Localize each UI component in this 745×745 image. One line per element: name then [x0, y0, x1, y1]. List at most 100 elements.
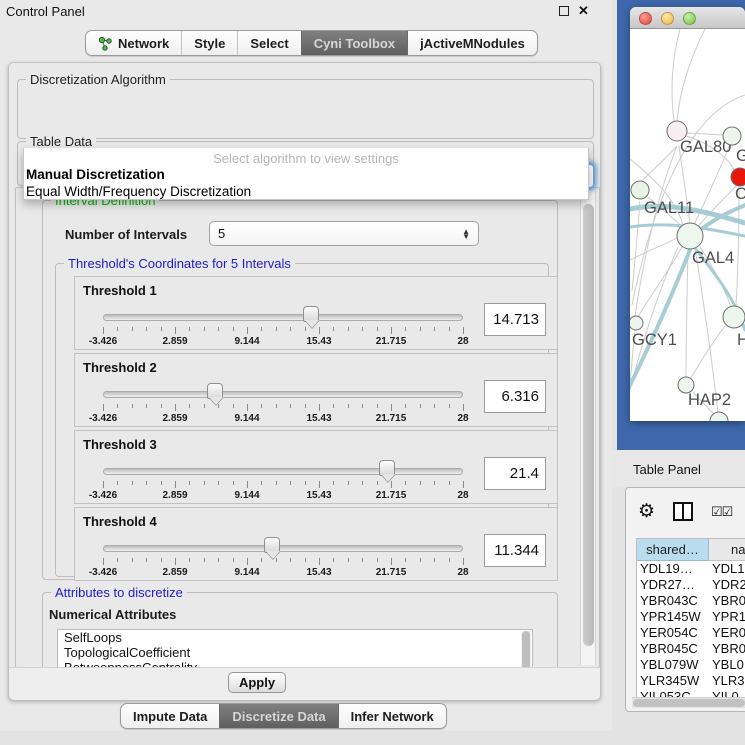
- panel-scroll-thumb[interactable]: [583, 204, 594, 646]
- tab-impute-data[interactable]: Impute Data: [121, 704, 219, 728]
- attribute-list-item[interactable]: TopologicalCoefficient: [58, 645, 532, 660]
- cell-shared-name[interactable]: YDR27…: [637, 577, 709, 593]
- network-canvas[interactable]: GAL80GCGAL11GAL4GCY1HHAP2: [630, 29, 745, 421]
- table-hscrollbar[interactable]: [632, 697, 745, 708]
- table-row[interactable]: YDR27…YDR2: [637, 577, 745, 593]
- slider-tick: [146, 327, 147, 331]
- network-node[interactable]: [731, 168, 745, 186]
- slider-tick: [146, 558, 147, 562]
- split-columns-icon[interactable]: [673, 502, 693, 521]
- network-node[interactable]: [677, 223, 703, 249]
- column-header-shared[interactable]: shared…: [637, 539, 709, 561]
- cell-name[interactable]: YDL1: [709, 561, 745, 577]
- table-hscroll-thumb[interactable]: [633, 699, 745, 707]
- slider-handle[interactable]: [379, 460, 395, 476]
- slider-track[interactable]: [103, 391, 463, 398]
- tab-jactivemnodules[interactable]: jActiveMNodules: [407, 31, 537, 55]
- table-row[interactable]: YBR043CYBR0: [637, 593, 745, 609]
- table-row[interactable]: YBL079WYBL0: [637, 657, 745, 673]
- tab-discretize-data[interactable]: Discretize Data: [219, 704, 337, 728]
- network-node-label: H: [737, 331, 745, 349]
- table-header-row: shared… na: [637, 539, 745, 561]
- slider-track[interactable]: [103, 545, 463, 552]
- network-node[interactable]: [723, 306, 745, 328]
- slider-tick: [305, 481, 306, 485]
- network-edge[interactable]: [687, 133, 723, 135]
- gear-icon[interactable]: ⚙: [638, 500, 655, 523]
- zoom-traffic-icon[interactable]: [683, 12, 696, 25]
- attribute-list-item[interactable]: SelfLoops: [58, 630, 532, 645]
- table-data-label: Table Data: [26, 134, 96, 149]
- minimize-traffic-icon[interactable]: [661, 12, 674, 25]
- table-row[interactable]: YPR145WYPR1: [637, 609, 745, 625]
- slider-tick-label: 2.859: [162, 413, 187, 424]
- column-header-name[interactable]: na: [709, 539, 745, 561]
- tab-cyni-toolbox[interactable]: Cyni Toolbox: [301, 31, 407, 55]
- network-node[interactable]: [631, 181, 649, 199]
- threshold-2-value-field[interactable]: 6.316: [484, 380, 546, 413]
- network-view-window[interactable]: GAL80GCGAL11GAL4GCY1HHAP2: [630, 7, 745, 421]
- threshold-3-slider[interactable]: -3.4262.8599.14415.4321.71528: [103, 459, 463, 503]
- threshold-1-slider[interactable]: -3.4262.8599.14415.4321.71528: [103, 305, 463, 349]
- slider-tick-label: 15.43: [306, 413, 331, 424]
- cell-shared-name[interactable]: YBL079W: [637, 657, 709, 673]
- table-row[interactable]: YBR045CYBR0: [637, 641, 745, 657]
- threshold-4-value-field[interactable]: 11.344: [484, 534, 546, 567]
- threshold-2-slider[interactable]: -3.4262.8599.14415.4321.71528: [103, 382, 463, 426]
- close-icon[interactable]: ✕: [578, 3, 589, 19]
- cell-name[interactable]: YBL0: [709, 657, 745, 673]
- tab-jactivemnodules-label: jActiveMNodules: [420, 36, 525, 51]
- threshold-3-label: Threshold 3: [83, 437, 157, 452]
- threshold-1-value-field[interactable]: 14.713: [484, 303, 546, 336]
- network-edge[interactable]: [635, 146, 677, 316]
- panel-scrollbar[interactable]: [580, 190, 596, 665]
- table-row[interactable]: YLR345WYLR3: [637, 673, 745, 689]
- cell-name[interactable]: YBR0: [709, 641, 745, 657]
- network-node[interactable]: [723, 127, 741, 145]
- cell-shared-name[interactable]: YER054C: [637, 625, 709, 641]
- slider-tick-label: -3.426: [89, 413, 117, 424]
- cell-shared-name[interactable]: YPR145W: [637, 609, 709, 625]
- threshold-4-box: Threshold 4 -3.4262.8599.14415.4321.7152…: [74, 507, 558, 581]
- cell-name[interactable]: YPR1: [709, 609, 745, 625]
- threshold-3-value-field[interactable]: 21.4: [484, 457, 546, 490]
- slider-track[interactable]: [103, 468, 463, 475]
- network-edge[interactable]: [632, 201, 640, 291]
- network-window-titlebar[interactable]: [630, 7, 745, 29]
- cell-name[interactable]: YDR2: [709, 577, 745, 593]
- slider-handle[interactable]: [264, 537, 280, 553]
- cell-name[interactable]: YLR3: [709, 673, 745, 689]
- cell-shared-name[interactable]: YLR345W: [637, 673, 709, 689]
- table-row[interactable]: YER054CYER0: [637, 625, 745, 641]
- threshold-4-slider[interactable]: -3.4262.8599.14415.4321.71528: [103, 536, 463, 580]
- tab-style[interactable]: Style: [181, 31, 237, 55]
- apply-button[interactable]: Apply: [228, 672, 286, 693]
- slider-handle[interactable]: [303, 306, 319, 322]
- cell-shared-name[interactable]: YBR045C: [637, 641, 709, 657]
- slider-tick: [391, 481, 392, 488]
- cell-name[interactable]: YER0: [709, 625, 745, 641]
- close-traffic-icon[interactable]: [639, 12, 652, 25]
- slider-tick: [377, 327, 378, 331]
- slider-tick-label: 9.144: [234, 490, 259, 501]
- cell-shared-name[interactable]: YBR043C: [637, 593, 709, 609]
- dropdown-option-equal-width[interactable]: Equal Width/Frequency Discretization: [24, 183, 588, 200]
- network-edge[interactable]: [677, 29, 705, 121]
- slider-tick: [405, 558, 406, 562]
- cell-name[interactable]: YBR0: [709, 593, 745, 609]
- float-window-icon[interactable]: [559, 6, 569, 16]
- slider-tick: [247, 481, 248, 488]
- checkbox-columns-icon[interactable]: ☑☑: [711, 504, 732, 520]
- table-row[interactable]: YDL19…YDL1: [637, 561, 745, 577]
- dropdown-option-manual[interactable]: Manual Discretization: [24, 166, 588, 183]
- tab-infer-network[interactable]: Infer Network: [338, 704, 446, 728]
- network-node[interactable]: [630, 316, 643, 330]
- number-of-intervals-combobox[interactable]: 5 ▲▼: [209, 221, 479, 246]
- settings-scroll-panel: Interval Definition Number of Intervals …: [15, 187, 600, 668]
- slider-handle[interactable]: [207, 383, 223, 399]
- tab-select[interactable]: Select: [237, 31, 300, 55]
- tab-network[interactable]: Network: [86, 31, 181, 55]
- network-edge[interactable]: [686, 249, 688, 377]
- slider-track[interactable]: [103, 314, 463, 321]
- cell-shared-name[interactable]: YDL19…: [637, 561, 709, 577]
